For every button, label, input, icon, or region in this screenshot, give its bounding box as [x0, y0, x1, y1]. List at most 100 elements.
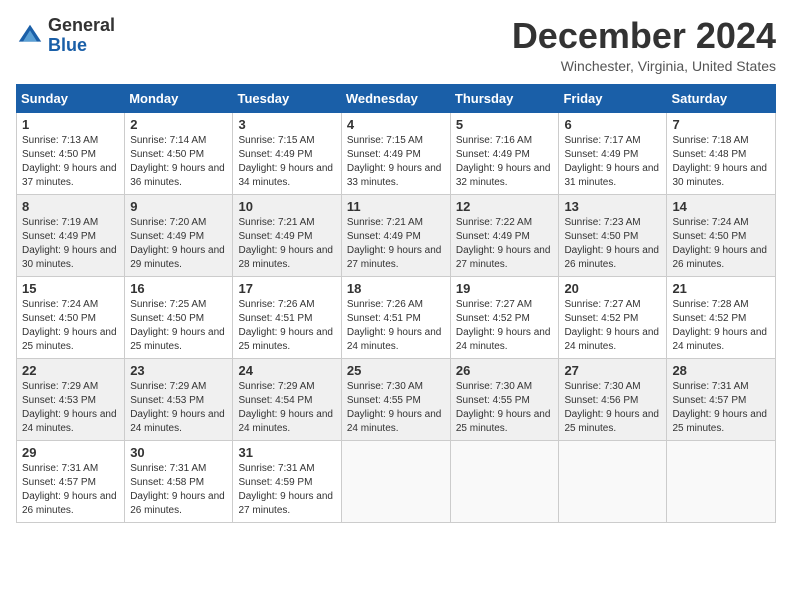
calendar-day-cell: 8 Sunrise: 7:19 AMSunset: 4:49 PMDaylight…: [17, 194, 125, 276]
day-info: Sunrise: 7:21 AMSunset: 4:49 PMDaylight:…: [238, 216, 335, 272]
calendar-day-cell: 11 Sunrise: 7:21 AMSunset: 4:49 PMDayligh…: [341, 194, 450, 276]
day-info: Sunrise: 7:17 AMSunset: 4:49 PMDaylight:…: [564, 134, 661, 190]
day-info: Sunrise: 7:25 AMSunset: 4:50 PMDaylight:…: [130, 298, 227, 354]
weekday-header: Friday: [559, 84, 667, 112]
logo-general-text: General: [48, 15, 115, 35]
calendar-day-cell: 10 Sunrise: 7:21 AMSunset: 4:49 PMDayligh…: [233, 194, 341, 276]
calendar-day-cell: 29 Sunrise: 7:31 AMSunset: 4:57 PMDayligh…: [17, 440, 125, 522]
calendar-day-cell: 13Sunrise: 7:23 AMSunset: 4:50 PMDayligh…: [559, 194, 667, 276]
calendar-table: SundayMondayTuesdayWednesdayThursdayFrid…: [16, 84, 776, 523]
day-number: 5: [456, 117, 554, 132]
day-info: Sunrise: 7:19 AMSunset: 4:49 PMDaylight:…: [22, 216, 119, 272]
day-info: Sunrise: 7:29 AMSunset: 4:53 PMDaylight:…: [130, 380, 227, 436]
calendar-day-cell: 5 Sunrise: 7:16 AMSunset: 4:49 PMDaylight…: [450, 112, 559, 194]
day-number: 23: [130, 363, 227, 378]
logo-text: General Blue: [48, 16, 115, 56]
day-number: 26: [456, 363, 554, 378]
day-info: Sunrise: 7:15 AMSunset: 4:49 PMDaylight:…: [238, 134, 335, 190]
day-number: 21: [672, 281, 770, 296]
day-info: Sunrise: 7:24 AMSunset: 4:50 PMDaylight:…: [22, 298, 119, 354]
day-info: Sunrise: 7:26 AMSunset: 4:51 PMDaylight:…: [347, 298, 445, 354]
calendar-day-cell: 4 Sunrise: 7:15 AMSunset: 4:49 PMDaylight…: [341, 112, 450, 194]
calendar-day-cell: 1Sunrise: 7:13 AMSunset: 4:50 PMDaylight…: [17, 112, 125, 194]
day-number: 7: [672, 117, 770, 132]
calendar-day-cell: 26 Sunrise: 7:30 AMSunset: 4:55 PMDayligh…: [450, 358, 559, 440]
month-title: December 2024: [512, 16, 776, 56]
calendar-day-cell: 24 Sunrise: 7:29 AMSunset: 4:54 PMDayligh…: [233, 358, 341, 440]
day-number: 14: [672, 199, 770, 214]
day-number: 9: [130, 199, 227, 214]
calendar-day-cell: 22 Sunrise: 7:29 AMSunset: 4:53 PMDayligh…: [17, 358, 125, 440]
calendar-week-row: 29 Sunrise: 7:31 AMSunset: 4:57 PMDayligh…: [17, 440, 776, 522]
calendar-day-cell: 27 Sunrise: 7:30 AMSunset: 4:56 PMDayligh…: [559, 358, 667, 440]
day-info: Sunrise: 7:30 AMSunset: 4:55 PMDaylight:…: [456, 380, 554, 436]
calendar-day-cell: 25Sunrise: 7:30 AMSunset: 4:55 PMDayligh…: [341, 358, 450, 440]
day-info: Sunrise: 7:20 AMSunset: 4:49 PMDaylight:…: [130, 216, 227, 272]
day-info: Sunrise: 7:23 AMSunset: 4:50 PMDaylight:…: [564, 216, 661, 272]
calendar-day-cell: 21 Sunrise: 7:28 AMSunset: 4:52 PMDayligh…: [667, 276, 776, 358]
calendar-day-cell: 23 Sunrise: 7:29 AMSunset: 4:53 PMDayligh…: [125, 358, 233, 440]
day-number: 27: [564, 363, 661, 378]
day-info: Sunrise: 7:21 AMSunset: 4:49 PMDaylight:…: [347, 216, 445, 272]
weekday-header: Saturday: [667, 84, 776, 112]
day-info: Sunrise: 7:29 AMSunset: 4:53 PMDaylight:…: [22, 380, 119, 436]
day-info: Sunrise: 7:14 AMSunset: 4:50 PMDaylight:…: [130, 134, 227, 190]
title-block: December 2024 Winchester, Virginia, Unit…: [512, 16, 776, 74]
day-number: 12: [456, 199, 554, 214]
day-number: 10: [238, 199, 335, 214]
calendar-day-cell: 14 Sunrise: 7:24 AMSunset: 4:50 PMDayligh…: [667, 194, 776, 276]
day-number: 28: [672, 363, 770, 378]
day-info: Sunrise: 7:24 AMSunset: 4:50 PMDaylight:…: [672, 216, 770, 272]
day-info: Sunrise: 7:15 AMSunset: 4:49 PMDaylight:…: [347, 134, 445, 190]
day-info: Sunrise: 7:31 AMSunset: 4:58 PMDaylight:…: [130, 462, 227, 518]
calendar-day-cell: 9 Sunrise: 7:20 AMSunset: 4:49 PMDaylight…: [125, 194, 233, 276]
calendar-day-cell: 7 Sunrise: 7:18 AMSunset: 4:48 PMDaylight…: [667, 112, 776, 194]
logo-icon: [16, 22, 44, 50]
day-number: 22: [22, 363, 119, 378]
day-number: 4: [347, 117, 445, 132]
day-info: Sunrise: 7:30 AMSunset: 4:56 PMDaylight:…: [564, 380, 661, 436]
calendar-day-cell: 19 Sunrise: 7:27 AMSunset: 4:52 PMDayligh…: [450, 276, 559, 358]
day-number: 2: [130, 117, 227, 132]
day-info: Sunrise: 7:18 AMSunset: 4:48 PMDaylight:…: [672, 134, 770, 190]
calendar-day-cell: 20Sunrise: 7:27 AMSunset: 4:52 PMDayligh…: [559, 276, 667, 358]
day-number: 19: [456, 281, 554, 296]
calendar-day-cell: [341, 440, 450, 522]
day-info: Sunrise: 7:27 AMSunset: 4:52 PMDaylight:…: [564, 298, 661, 354]
calendar-day-cell: 31 Sunrise: 7:31 AMSunset: 4:59 PMDayligh…: [233, 440, 341, 522]
day-number: 29: [22, 445, 119, 460]
calendar-week-row: 8 Sunrise: 7:19 AMSunset: 4:49 PMDaylight…: [17, 194, 776, 276]
calendar-header-row: SundayMondayTuesdayWednesdayThursdayFrid…: [17, 84, 776, 112]
calendar-week-row: 15 Sunrise: 7:24 AMSunset: 4:50 PMDayligh…: [17, 276, 776, 358]
day-number: 25: [347, 363, 445, 378]
day-info: Sunrise: 7:31 AMSunset: 4:57 PMDaylight:…: [22, 462, 119, 518]
day-info: Sunrise: 7:28 AMSunset: 4:52 PMDaylight:…: [672, 298, 770, 354]
day-info: Sunrise: 7:26 AMSunset: 4:51 PMDaylight:…: [238, 298, 335, 354]
day-number: 17: [238, 281, 335, 296]
day-number: 31: [238, 445, 335, 460]
day-number: 8: [22, 199, 119, 214]
calendar-week-row: 1Sunrise: 7:13 AMSunset: 4:50 PMDaylight…: [17, 112, 776, 194]
day-number: 24: [238, 363, 335, 378]
day-info: Sunrise: 7:16 AMSunset: 4:49 PMDaylight:…: [456, 134, 554, 190]
calendar-day-cell: 15 Sunrise: 7:24 AMSunset: 4:50 PMDayligh…: [17, 276, 125, 358]
calendar-day-cell: 28Sunrise: 7:31 AMSunset: 4:57 PMDayligh…: [667, 358, 776, 440]
calendar-day-cell: 6Sunrise: 7:17 AMSunset: 4:49 PMDaylight…: [559, 112, 667, 194]
day-number: 11: [347, 199, 445, 214]
calendar-day-cell: 2 Sunrise: 7:14 AMSunset: 4:50 PMDaylight…: [125, 112, 233, 194]
day-info: Sunrise: 7:27 AMSunset: 4:52 PMDaylight:…: [456, 298, 554, 354]
day-number: 15: [22, 281, 119, 296]
calendar-day-cell: [450, 440, 559, 522]
calendar-day-cell: [667, 440, 776, 522]
page-header: General Blue December 2024 Winchester, V…: [16, 16, 776, 74]
calendar-day-cell: 30 Sunrise: 7:31 AMSunset: 4:58 PMDayligh…: [125, 440, 233, 522]
calendar-day-cell: 16Sunrise: 7:25 AMSunset: 4:50 PMDayligh…: [125, 276, 233, 358]
weekday-header: Thursday: [450, 84, 559, 112]
day-info: Sunrise: 7:29 AMSunset: 4:54 PMDaylight:…: [238, 380, 335, 436]
day-number: 30: [130, 445, 227, 460]
day-number: 1: [22, 117, 119, 132]
calendar-day-cell: [559, 440, 667, 522]
location-text: Winchester, Virginia, United States: [512, 58, 776, 74]
day-info: Sunrise: 7:31 AMSunset: 4:59 PMDaylight:…: [238, 462, 335, 518]
calendar-day-cell: 3Sunrise: 7:15 AMSunset: 4:49 PMDaylight…: [233, 112, 341, 194]
